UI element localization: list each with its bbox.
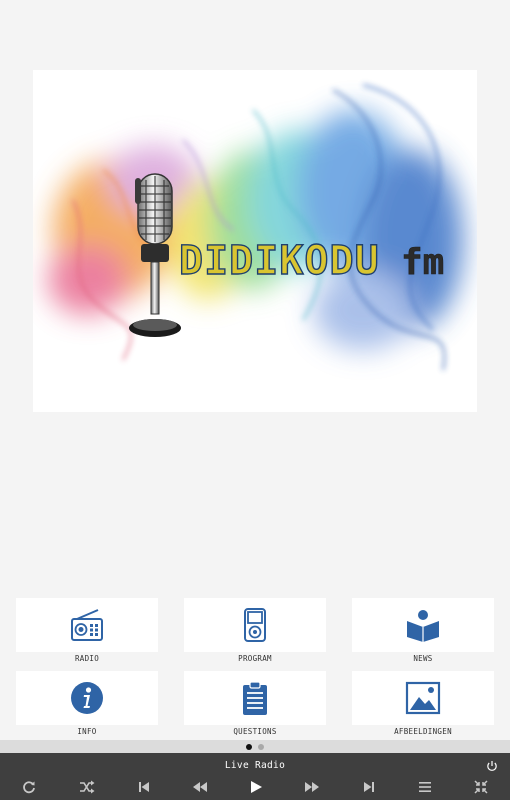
- station-logo: DIDIKODU fm: [33, 70, 477, 412]
- page-dot[interactable]: [258, 743, 264, 750]
- player-title: Live Radio: [224, 760, 286, 771]
- info-label: INFO: [77, 727, 97, 736]
- collapse-icon[interactable]: [472, 778, 490, 796]
- play-icon[interactable]: [247, 778, 265, 796]
- shuffle-icon[interactable]: [78, 778, 96, 796]
- afbeeldingen-tile[interactable]: [352, 671, 494, 725]
- player-bar: Live Radio: [0, 753, 510, 800]
- power-icon[interactable]: [486, 757, 498, 776]
- radio-label: RADIO: [74, 654, 100, 663]
- questions-tile[interactable]: [184, 671, 326, 725]
- news-label: NEWS: [413, 654, 433, 663]
- radio-icon: [69, 607, 105, 643]
- program-tile[interactable]: [184, 598, 326, 652]
- reader-icon: [405, 607, 441, 643]
- page-dot-active[interactable]: [246, 743, 252, 750]
- image-icon: [405, 680, 441, 716]
- ipod-icon: [237, 607, 273, 643]
- afbeeldingen-label: AFBEELDINGEN: [394, 727, 452, 736]
- skip-forward-icon[interactable]: [360, 778, 378, 796]
- station-suffix-text: fm: [401, 242, 444, 283]
- fast-forward-icon[interactable]: [303, 778, 321, 796]
- station-name-text: DIDIKODU: [179, 238, 380, 284]
- info-tile[interactable]: [16, 671, 158, 725]
- refresh-icon[interactable]: [20, 778, 38, 796]
- clipboard-icon: [237, 680, 273, 716]
- playlist-icon[interactable]: [416, 778, 434, 796]
- radio-tile[interactable]: [16, 598, 158, 652]
- page-indicator: [0, 740, 510, 753]
- skip-back-icon[interactable]: [135, 778, 153, 796]
- rewind-icon[interactable]: [191, 778, 209, 796]
- info-icon: [69, 680, 105, 716]
- news-tile[interactable]: [352, 598, 494, 652]
- questions-label: QUESTIONS: [233, 727, 277, 736]
- program-label: PROGRAM: [238, 654, 272, 663]
